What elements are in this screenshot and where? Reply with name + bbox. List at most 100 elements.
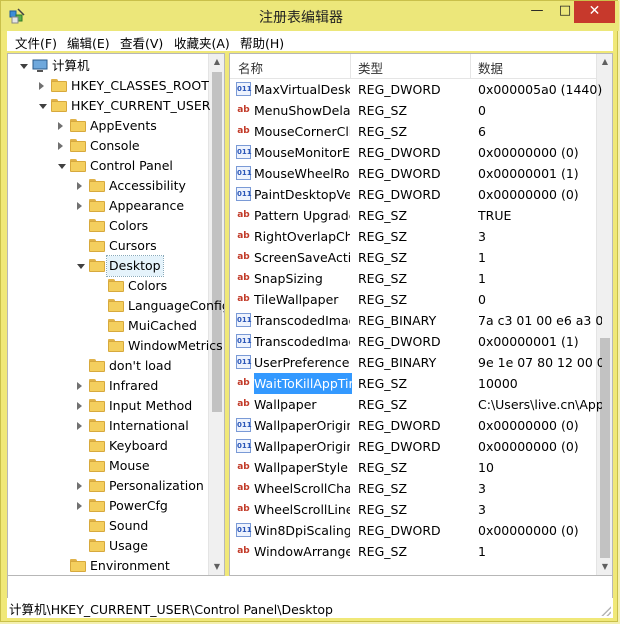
regedit-window: 注册表编辑器 — □ ✕ 文件(F) 编辑(E) 查看(V) 收藏夹(A) 帮助… <box>0 0 619 622</box>
value-name: WindowArrangementActive <box>254 544 350 559</box>
value-row[interactable]: 011UserPreferencesMask REG_BINARY 9e 1e 07… <box>230 352 602 373</box>
column-name[interactable]: 名称 <box>238 58 263 77</box>
value-row[interactable]: ab Pattern Upgrade REG_SZ TRUE <box>230 205 598 226</box>
value-type: REG_DWORD <box>358 523 441 538</box>
value-type: REG_SZ <box>358 544 408 559</box>
scroll-up-icon[interactable]: ▲ <box>597 54 612 70</box>
value-name: TranscodedImageCount <box>254 334 350 349</box>
value-row[interactable]: ab TileWallpaper REG_SZ 0 <box>230 289 598 310</box>
tree-node-label: HKEY_CLASSES_ROOT <box>71 78 209 93</box>
value-row[interactable]: 011PaintDesktopVersion REG_DWORD 0x0000000… <box>230 184 598 205</box>
value-row[interactable]: ab MenuShowDelay REG_SZ 0 <box>230 100 598 121</box>
value-name: WaitToKillAppTimeout <box>254 373 352 394</box>
key-tree[interactable]: ▲ ▼ 计算机 HKEY_CLASSES_ROOT HKEY_CURRENT_USE… <box>7 53 225 576</box>
scroll-down-icon[interactable]: ▼ <box>209 559 224 575</box>
collapse-arrow-icon[interactable] <box>39 82 44 90</box>
status-bar: 计算机\HKEY_CURRENT_USER\Control Panel\Desk… <box>7 598 613 618</box>
expand-arrow-icon[interactable] <box>20 64 28 69</box>
binary-value-icon: 011 <box>236 439 252 453</box>
menu-view[interactable]: 查看(V) <box>120 33 163 52</box>
menu-file[interactable]: 文件(F) <box>15 33 57 52</box>
collapse-arrow-icon[interactable] <box>58 122 63 130</box>
scroll-up-icon[interactable]: ▲ <box>209 54 224 70</box>
folder-icon <box>89 479 105 492</box>
expand-arrow-icon[interactable] <box>58 164 66 169</box>
tree-node-label: AppEvents <box>90 118 157 133</box>
value-row[interactable]: ab Wallpaper REG_SZ C:\Users\live.cn\AppDat… <box>230 394 602 415</box>
value-data: 0x00000000 (0) <box>478 187 579 202</box>
title-bar[interactable]: 注册表编辑器 — □ ✕ <box>1 1 619 31</box>
value-row[interactable]: 011MaxVirtualDesktopDimension REG_DWORD 0x… <box>230 79 602 100</box>
string-value-icon: ab <box>237 126 250 136</box>
collapse-arrow-icon[interactable] <box>77 202 82 210</box>
collapse-arrow-icon[interactable] <box>77 502 82 510</box>
value-row[interactable]: 011MouseWheelRouting REG_DWORD 0x00000001 … <box>230 163 598 184</box>
collapse-arrow-icon[interactable] <box>77 482 82 490</box>
value-name: ScreenSaveActive <box>254 250 350 265</box>
string-value-icon: ab <box>237 399 250 409</box>
folder-icon <box>89 419 105 432</box>
value-type: REG_SZ <box>358 481 408 496</box>
value-row[interactable]: 011MouseMonitorEscapeSpeed REG_DWORD 0x000… <box>230 142 598 163</box>
value-data: 0x00000000 (0) <box>478 523 579 538</box>
value-row[interactable]: ab WheelScrollLines REG_SZ 3 <box>230 499 598 520</box>
string-value-icon: ab <box>237 483 250 493</box>
value-row[interactable]: ab WallpaperStyle REG_SZ 10 <box>230 457 598 478</box>
value-row[interactable]: ab ScreenSaveActive REG_SZ 1 <box>230 247 598 268</box>
folder-icon <box>89 259 105 272</box>
value-row[interactable]: ab RightOverlapChars REG_SZ 3 <box>230 226 598 247</box>
scrollbar-thumb[interactable] <box>212 72 222 412</box>
value-name: UserPreferencesMask <box>254 355 350 370</box>
expand-arrow-icon[interactable] <box>77 264 85 269</box>
expand-arrow-icon[interactable] <box>39 104 47 109</box>
folder-icon <box>89 439 105 452</box>
value-data: 0x00000000 (0) <box>478 418 579 433</box>
value-name: RightOverlapChars <box>254 229 350 244</box>
collapse-arrow-icon[interactable] <box>77 402 82 410</box>
collapse-arrow-icon[interactable] <box>58 142 63 150</box>
string-value-icon: ab <box>237 462 250 472</box>
value-type: REG_DWORD <box>358 334 441 349</box>
value-row[interactable]: ab WaitToKillAppTimeout REG_SZ 10000 <box>230 373 598 394</box>
menu-favorites[interactable]: 收藏夹(A) <box>174 33 230 52</box>
close-button[interactable]: ✕ <box>574 1 615 23</box>
tree-node-label: Accessibility <box>109 178 186 193</box>
value-data: 3 <box>478 229 486 244</box>
menu-help[interactable]: 帮助(H) <box>240 33 284 52</box>
value-name: WallpaperOriginY <box>254 439 350 454</box>
value-row[interactable]: 011WallpaperOriginX REG_DWORD 0x00000000 (… <box>230 415 598 436</box>
value-row[interactable]: 011TranscodedImageCache REG_BINARY 7a c3 0… <box>230 310 602 331</box>
value-row[interactable]: 011WallpaperOriginY REG_DWORD 0x00000000 (… <box>230 436 598 457</box>
collapse-arrow-icon[interactable] <box>77 422 82 430</box>
value-type: REG_SZ <box>358 502 408 517</box>
computer-icon <box>32 59 48 72</box>
value-row[interactable]: ab WindowArrangementActive REG_SZ 1 <box>230 541 598 562</box>
menu-edit[interactable]: 编辑(E) <box>67 33 110 52</box>
value-row[interactable]: 011TranscodedImageCount REG_DWORD 0x000000… <box>230 331 598 352</box>
value-type: REG_SZ <box>358 208 408 223</box>
tree-node-label: Console <box>90 138 140 153</box>
column-data[interactable]: 数据 <box>478 58 503 77</box>
value-row[interactable]: ab WheelScrollChars REG_SZ 3 <box>230 478 598 499</box>
folder-icon <box>89 499 105 512</box>
values-list[interactable]: 名称 类型 数据 ▲ ▼ 011MaxVirtualDesktopDimensi… <box>229 53 613 576</box>
collapse-arrow-icon[interactable] <box>77 182 82 190</box>
tree-node-label: Colors <box>128 278 168 293</box>
binary-value-icon: 011 <box>236 166 252 180</box>
value-row[interactable]: 011 Win8DpiScaling REG_DWORD 0x00000000 (0) <box>230 520 598 541</box>
tree-node-label: HKEY_CURRENT_USER <box>71 98 211 113</box>
tree-node-label: Desktop <box>106 255 164 277</box>
value-row[interactable]: ab SnapSizing REG_SZ 1 <box>230 268 598 289</box>
column-type[interactable]: 类型 <box>358 58 383 77</box>
value-name: WallpaperStyle <box>254 460 348 475</box>
value-row[interactable]: ab MouseCornerClipLength REG_SZ 6 <box>230 121 598 142</box>
tree-node-label: WindowMetrics <box>128 338 223 353</box>
minimize-button[interactable]: — <box>522 1 552 23</box>
value-data: 3 <box>478 502 486 517</box>
folder-icon <box>108 279 124 292</box>
tree-node-label: Mouse <box>109 458 150 473</box>
resize-grip-icon[interactable] <box>601 606 611 616</box>
binary-value-icon: 011 <box>236 82 252 96</box>
horizontal-scroll-area <box>7 576 613 598</box>
collapse-arrow-icon[interactable] <box>77 382 82 390</box>
